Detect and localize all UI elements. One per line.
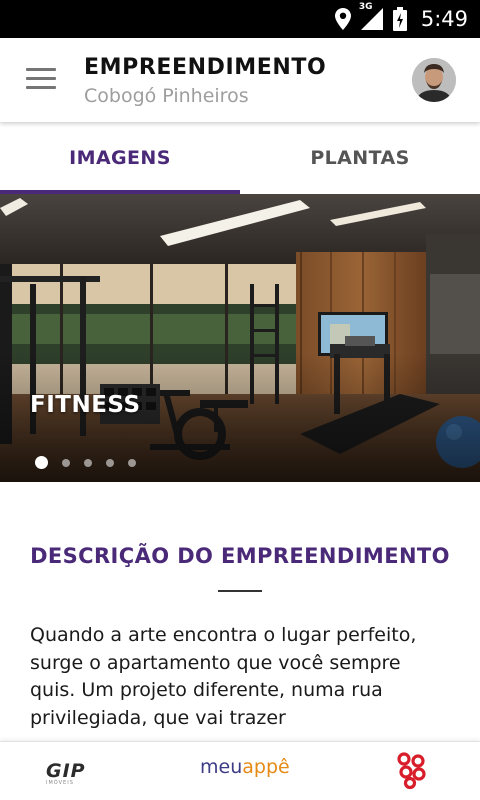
carousel-dot[interactable] xyxy=(128,458,136,467)
image-carousel[interactable] xyxy=(0,194,480,482)
partner-logo-bar: GIP IMÓVEIS meuappê xyxy=(0,741,480,800)
meuappe-logo-prefix: meu xyxy=(200,756,243,778)
carousel-caption: FITNESS xyxy=(30,392,141,418)
network-type: 3G xyxy=(358,2,373,12)
battery-icon xyxy=(392,7,407,31)
meuappe-logo[interactable]: meuappê xyxy=(200,756,290,778)
carousel-dot[interactable] xyxy=(62,458,70,467)
page-title: EMPREENDIMENTO xyxy=(84,55,327,80)
location-icon xyxy=(334,8,351,30)
carousel-dot[interactable] xyxy=(84,458,92,467)
description-heading: DESCRIÇÃO DO EMPREENDIMENTO xyxy=(30,544,450,568)
cobogo-logo[interactable] xyxy=(396,752,428,794)
tab-bar: IMAGENS PLANTAS xyxy=(0,122,480,194)
tab-imagens[interactable]: IMAGENS xyxy=(0,122,240,194)
avatar[interactable] xyxy=(412,58,456,102)
gip-logo[interactable]: GIP IMÓVEIS xyxy=(46,760,86,786)
carousel-indicator xyxy=(35,456,136,469)
carousel-dot[interactable] xyxy=(106,458,114,467)
carousel-dot[interactable] xyxy=(35,456,48,469)
app-bar: EMPREENDIMENTO Cobogó Pinheiros xyxy=(0,38,480,122)
description-text: Quando a arte encontra o lugar perfeito,… xyxy=(30,624,417,729)
status-bar: 3G 5:49 xyxy=(0,0,480,38)
tab-plantas[interactable]: PLANTAS xyxy=(240,122,480,194)
hamburger-menu-icon[interactable] xyxy=(26,68,56,90)
gym-photo xyxy=(0,194,480,482)
heading-divider xyxy=(218,590,262,592)
meuappe-logo-suffix: appê xyxy=(242,756,290,778)
signal-icon: 3G xyxy=(359,2,383,30)
gip-logo-text: GIP xyxy=(46,760,86,782)
page-subtitle: Cobogó Pinheiros xyxy=(84,85,249,107)
clock: 5:49 xyxy=(420,7,468,31)
